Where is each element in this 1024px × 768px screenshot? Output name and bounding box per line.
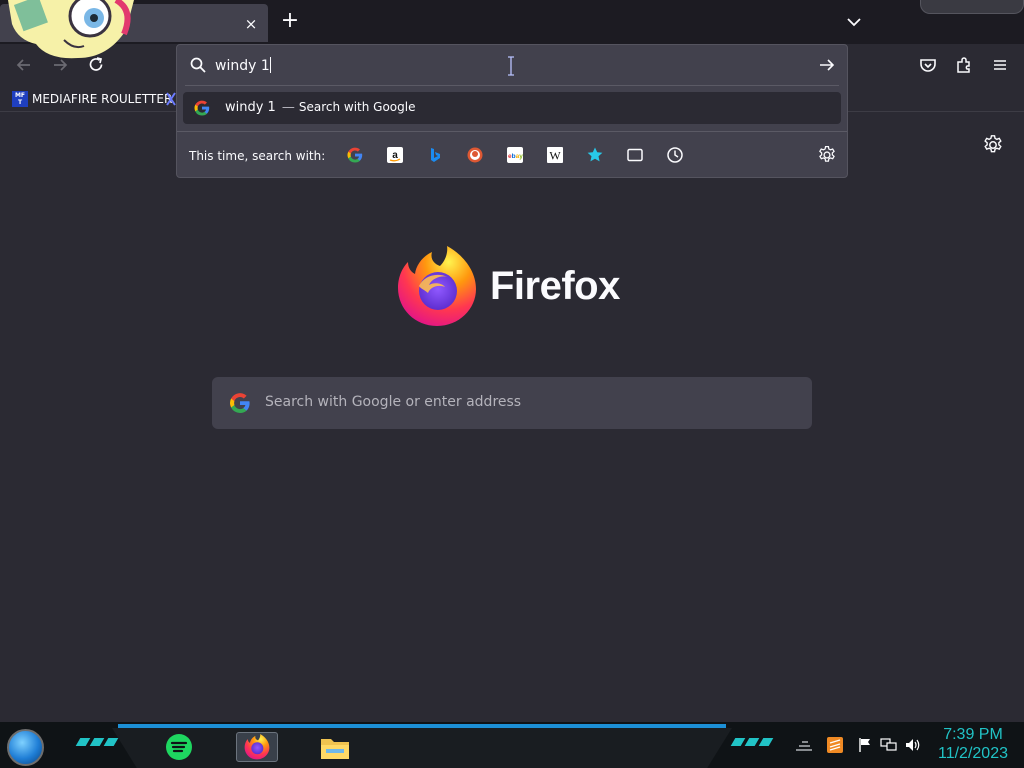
search-settings-gear-icon[interactable] — [817, 145, 837, 165]
decor-dash — [758, 738, 774, 746]
sublime-text-icon[interactable] — [826, 736, 844, 754]
decor-dash — [89, 738, 105, 746]
result-separator: — — [281, 100, 295, 115]
hamburger-menu-icon — [994, 60, 1006, 70]
decor-dash — [744, 738, 760, 746]
ebay-icon[interactable]: ebay — [505, 145, 525, 165]
taskbar: 7:39 PM 11/2/2023 — [0, 722, 1024, 768]
go-button[interactable] — [817, 55, 837, 75]
address-input-value: windy 1 — [215, 58, 270, 74]
result-action: Search with Google — [298, 100, 416, 114]
google-icon — [193, 99, 211, 117]
google-icon[interactable] — [345, 145, 365, 165]
puzzle-piece-icon — [957, 57, 970, 73]
duckduckgo-icon[interactable] — [465, 145, 485, 165]
taskbar-glow — [118, 724, 726, 728]
app-menu-button[interactable] — [989, 54, 1011, 76]
one-off-search-label: This time, search with: — [189, 149, 326, 163]
decor-dash — [730, 738, 746, 746]
start-button[interactable] — [7, 729, 44, 766]
ibeam-cursor-icon — [507, 56, 515, 76]
search-icon — [189, 56, 207, 74]
extensions-button[interactable] — [953, 54, 975, 76]
svg-text:ebay: ebay — [508, 153, 523, 160]
bing-icon[interactable] — [425, 145, 445, 165]
newtab-settings-gear-icon[interactable] — [982, 134, 1004, 156]
wikipedia-icon[interactable]: W — [545, 145, 565, 165]
svg-text:W: W — [549, 149, 561, 163]
firefox-icon[interactable] — [236, 732, 278, 762]
divider — [177, 131, 847, 132]
result-text: windy 1 — Search with Google — [225, 100, 415, 115]
spotify-icon[interactable] — [162, 732, 196, 762]
result-query: windy 1 — [225, 100, 276, 115]
svg-text:a: a — [392, 150, 398, 161]
tabs-icon[interactable] — [625, 145, 645, 165]
pocket-button[interactable] — [917, 54, 939, 76]
amazon-icon[interactable]: a — [385, 145, 405, 165]
bookmark-partial-icon[interactable] — [166, 90, 176, 108]
clock-date: 11/2/2023 — [938, 745, 1008, 762]
bookmarks-icon[interactable] — [585, 145, 605, 165]
decor-dash — [103, 738, 119, 746]
window-frame-decoration — [920, 0, 1024, 14]
file-explorer-icon[interactable] — [318, 732, 352, 762]
bookmark-label: MEDIAFIRE ROULETTER — [32, 92, 173, 106]
bookmark-favicon: MF T — [12, 91, 28, 107]
flag-icon[interactable] — [856, 736, 874, 754]
firefox-wordmark: Firefox — [490, 264, 620, 308]
history-icon[interactable] — [665, 145, 685, 165]
google-icon — [228, 391, 252, 415]
decor-dash — [75, 738, 91, 746]
clock-time: 7:39 PM — [943, 726, 1003, 743]
taskbar-center-panel — [112, 728, 732, 768]
divider — [185, 85, 839, 86]
new-tab-button[interactable]: + — [278, 9, 302, 33]
mascot-sticker-icon — [8, 0, 134, 59]
newtab-search-box[interactable]: Search with Google or enter address — [212, 377, 812, 429]
volume-icon[interactable] — [904, 736, 922, 754]
chevron-down-icon — [847, 18, 861, 27]
firefox-logo-icon — [398, 246, 476, 326]
list-all-tabs-button[interactable] — [842, 10, 866, 34]
bookmark-mediafire-rouletter[interactable]: MF T MEDIAFIRE ROULETTER — [12, 90, 172, 108]
system-clock[interactable]: 7:39 PM 11/2/2023 — [934, 726, 1012, 764]
tab-close-button[interactable]: × — [242, 15, 260, 33]
arrow-right-icon — [820, 59, 835, 71]
tab-strip: × + — [0, 0, 1024, 44]
text-caret — [269, 57, 271, 73]
tray-overflow-icon[interactable] — [794, 736, 812, 754]
urlbar-result-search-google[interactable]: windy 1 — Search with Google — [183, 92, 841, 124]
newtab-search-placeholder: Search with Google or enter address — [265, 394, 522, 410]
pocket-icon — [920, 59, 936, 72]
address-bar[interactable]: windy 1 — [177, 45, 847, 85]
urlbar-dropdown: windy 1 windy 1 — Search with Google This … — [176, 44, 848, 178]
network-icon[interactable] — [880, 736, 898, 754]
address-input[interactable]: windy 1 — [215, 57, 271, 74]
